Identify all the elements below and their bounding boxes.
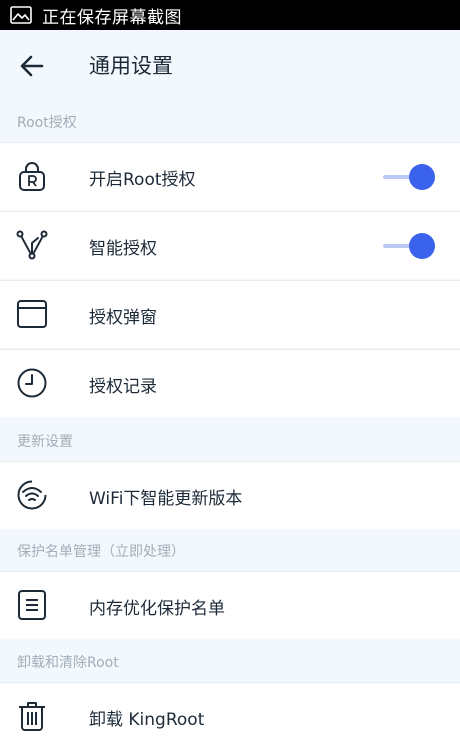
enable-root-toggle[interactable] bbox=[383, 164, 435, 190]
row-label: WiFi下智能更新版本 bbox=[89, 489, 243, 509]
page-title: 通用设置 bbox=[89, 54, 173, 78]
trash-icon bbox=[16, 700, 48, 732]
row-enable-root[interactable]: 开启Root授权 bbox=[0, 142, 460, 210]
clock-icon bbox=[16, 367, 48, 399]
row-label: 智能授权 bbox=[89, 239, 157, 259]
status-text: 正在保存屏幕截图 bbox=[42, 7, 182, 28]
arrow-left-icon[interactable] bbox=[18, 52, 46, 80]
section-root-auth: Root授权 bbox=[0, 102, 460, 142]
section-uninstall: 卸载和清除Root bbox=[0, 642, 460, 682]
window-icon bbox=[16, 298, 48, 330]
lock-r-icon bbox=[16, 160, 48, 192]
row-auth-log[interactable]: 授权记录 bbox=[0, 349, 460, 417]
row-label: 授权记录 bbox=[89, 377, 157, 397]
row-memory-protect[interactable]: 内存优化保护名单 bbox=[0, 571, 460, 639]
toggle-knob bbox=[409, 233, 435, 259]
wifi-icon bbox=[16, 479, 48, 511]
row-label: 内存优化保护名单 bbox=[89, 599, 225, 619]
toggle-knob bbox=[409, 164, 435, 190]
row-label: 授权弹窗 bbox=[89, 308, 157, 328]
status-bar: 正在保存屏幕截图 bbox=[0, 0, 460, 30]
row-uninstall[interactable]: 卸载 KingRoot bbox=[0, 682, 460, 750]
branch-icon bbox=[16, 229, 48, 261]
section-update: 更新设置 bbox=[0, 421, 460, 461]
row-label: 开启Root授权 bbox=[89, 170, 196, 190]
section-protect-list: 保护名单管理（立即处理） bbox=[0, 531, 460, 571]
row-smart-auth[interactable]: 智能授权 bbox=[0, 211, 460, 279]
row-label: 卸载 KingRoot bbox=[89, 710, 205, 730]
header: 通用设置 bbox=[0, 30, 460, 102]
image-icon bbox=[10, 6, 32, 24]
list-icon bbox=[16, 589, 48, 621]
row-auth-popup[interactable]: 授权弹窗 bbox=[0, 280, 460, 348]
row-wifi-update[interactable]: WiFi下智能更新版本 bbox=[0, 461, 460, 529]
smart-auth-toggle[interactable] bbox=[383, 233, 435, 259]
